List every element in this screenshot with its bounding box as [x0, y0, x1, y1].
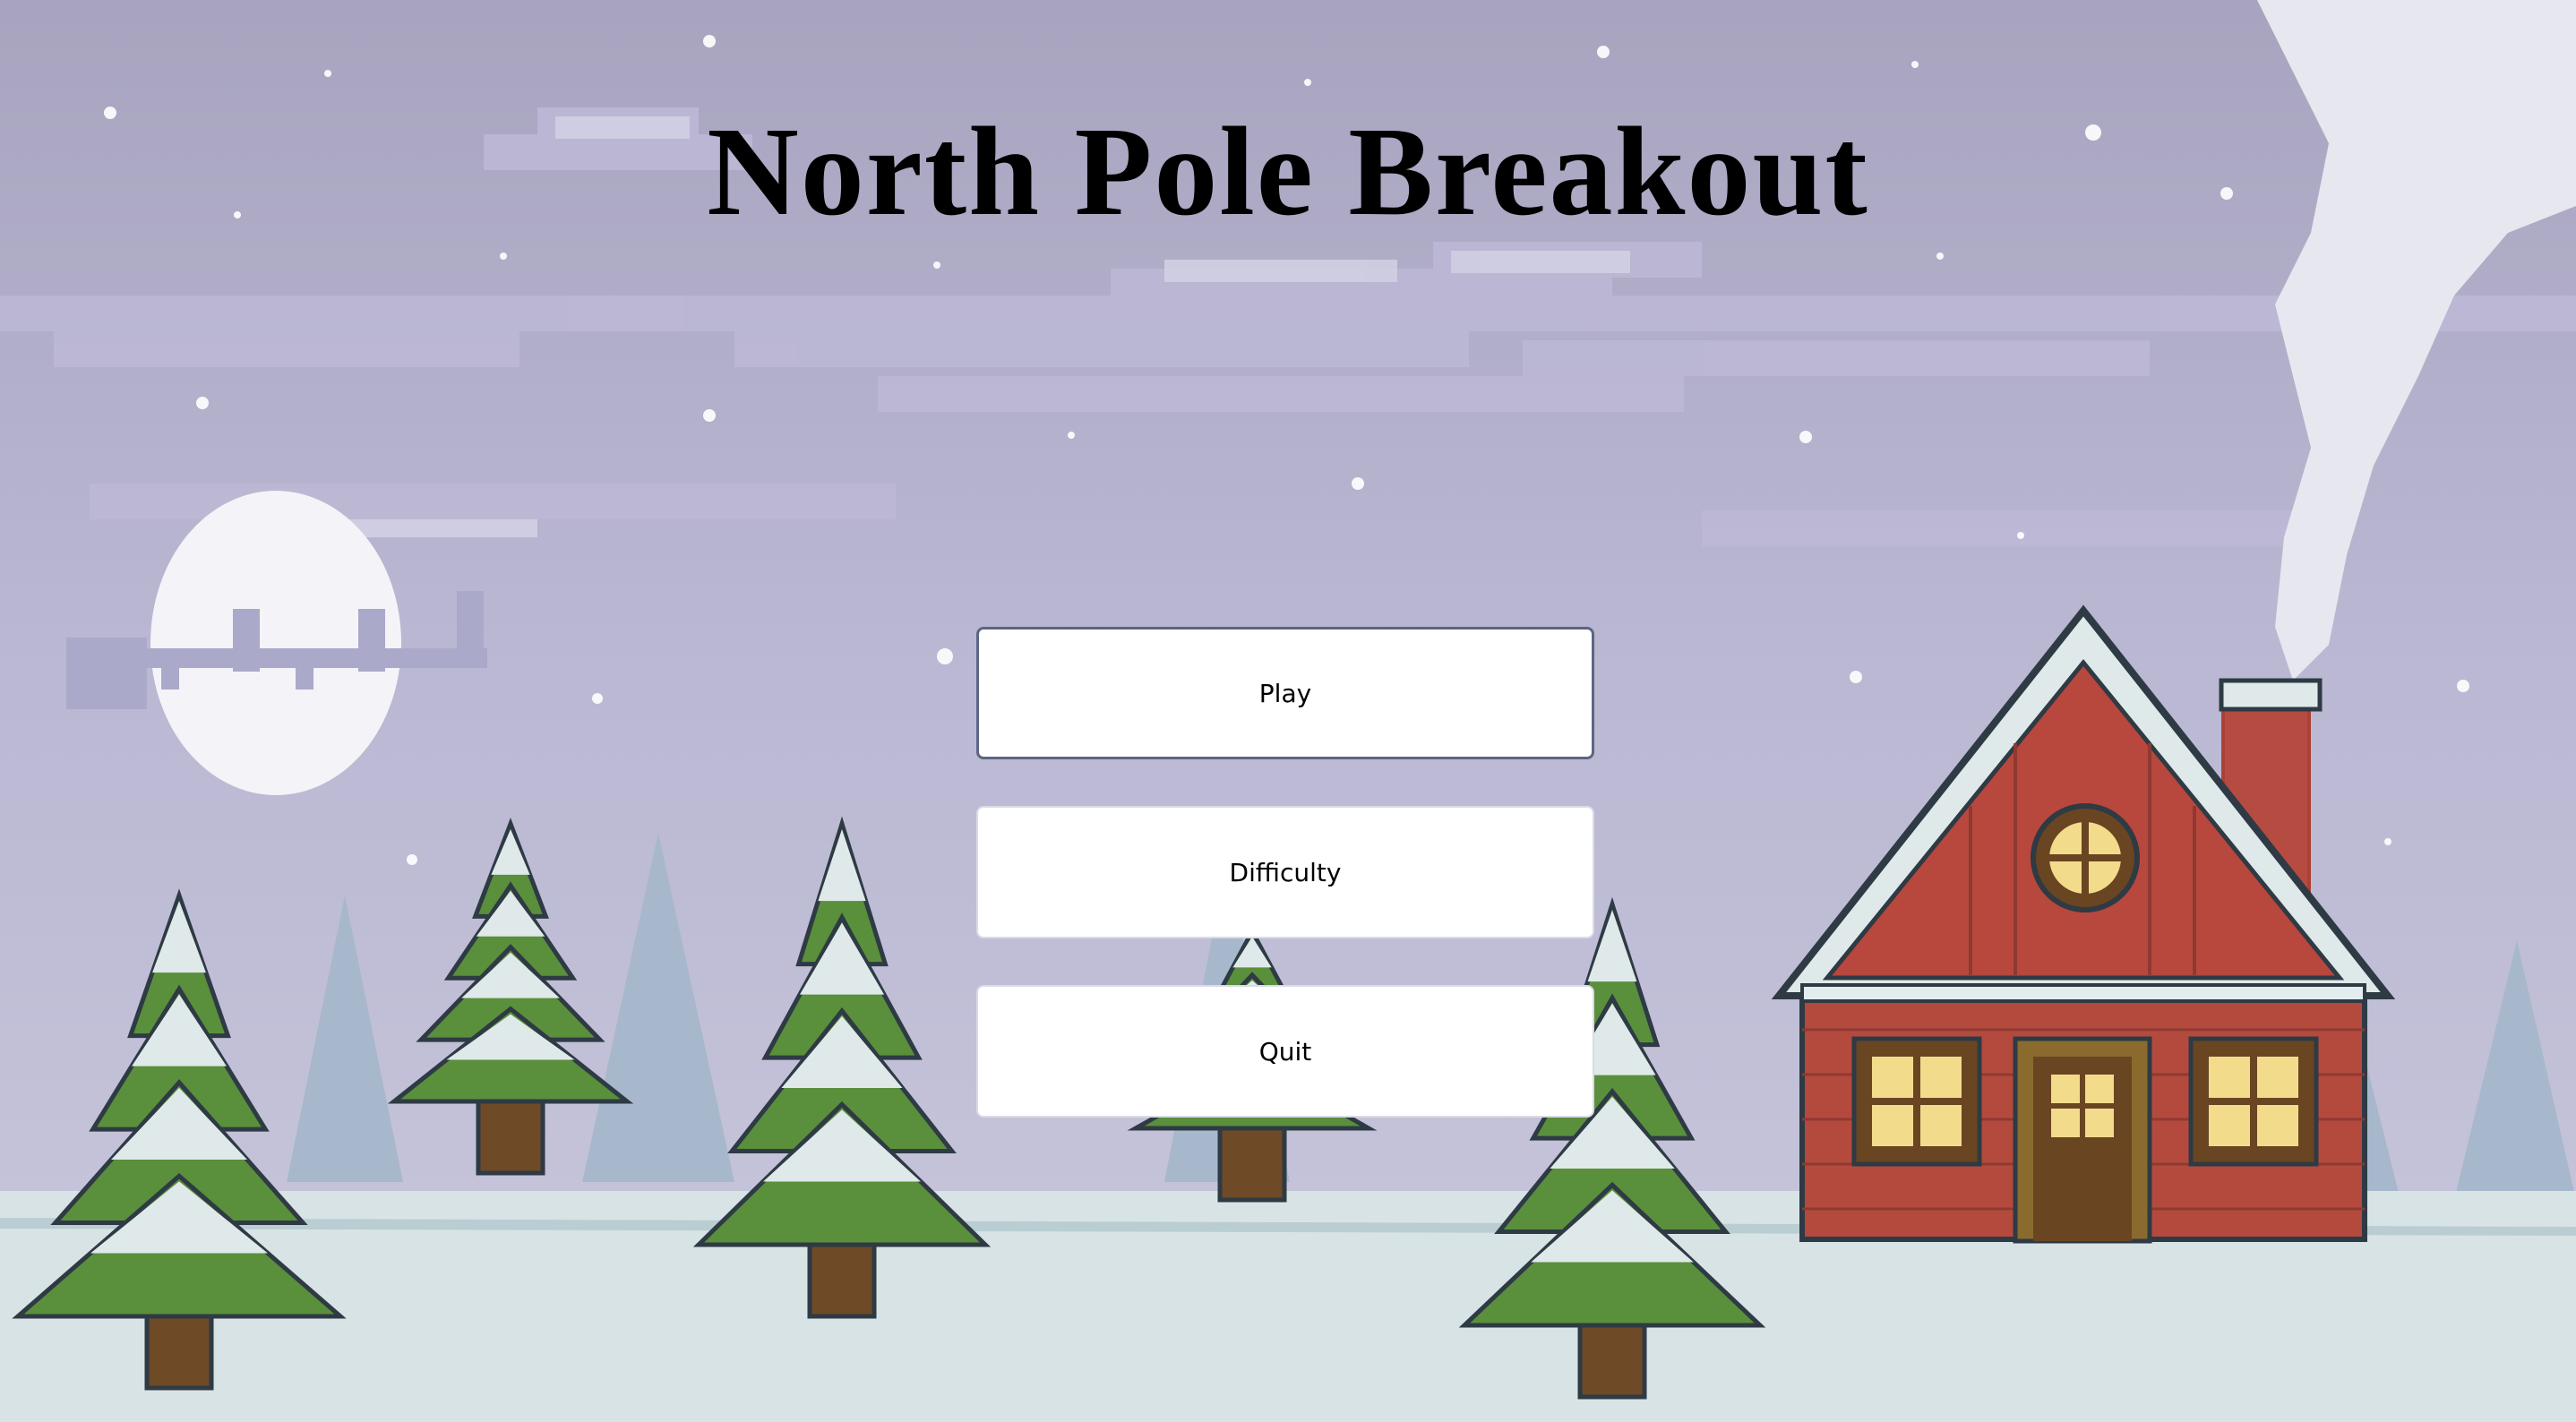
- main-menu: Play Difficulty Quit: [976, 627, 1594, 1164]
- game-title: North Pole Breakout: [707, 100, 1869, 242]
- quit-button[interactable]: Quit: [976, 985, 1594, 1118]
- difficulty-button[interactable]: Difficulty: [976, 806, 1594, 938]
- play-button[interactable]: Play: [976, 627, 1594, 759]
